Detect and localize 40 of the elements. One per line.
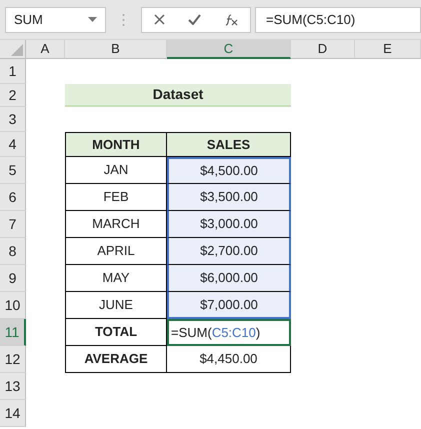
table-cell: $4,500.00 — [167, 157, 291, 184]
row-header[interactable]: 7 — [0, 211, 26, 238]
table-cell: $3,500.00 — [167, 184, 291, 211]
table-cell: $3,000.00 — [167, 211, 291, 238]
table-cell: $2,700.00 — [167, 238, 291, 265]
row-header[interactable]: 13 — [0, 373, 26, 400]
check-icon[interactable] — [188, 14, 201, 25]
column-header[interactable]: A — [26, 40, 65, 59]
row-header[interactable]: 6 — [0, 184, 26, 211]
grip-icon — [122, 12, 125, 26]
row-header[interactable]: 4 — [0, 132, 26, 157]
dropdown-icon — [88, 17, 97, 22]
row-header[interactable]: 11 — [0, 319, 26, 346]
formula-text: =SUM(C5:C10) — [266, 10, 356, 29]
title-cell: Dataset — [65, 84, 291, 107]
row-header[interactable]: 3 — [0, 107, 26, 132]
table-cell: AVERAGE — [65, 346, 167, 373]
table-cell: $7,000.00 — [167, 292, 291, 319]
formula-cell[interactable]: =SUM(C5:C10) — [167, 319, 291, 346]
formula-field[interactable]: =SUM(C5:C10) — [255, 6, 421, 32]
table-header: MONTH — [65, 132, 167, 157]
row-header[interactable]: 12 — [0, 346, 26, 373]
row-header[interactable]: 1 — [0, 59, 26, 84]
column-header[interactable]: B — [65, 40, 167, 59]
table-cell: TOTAL — [65, 319, 167, 346]
cancel-icon[interactable] — [154, 14, 165, 25]
row-header[interactable]: 10 — [0, 292, 26, 319]
row-header[interactable]: 9 — [0, 265, 26, 292]
column-header[interactable]: D — [291, 40, 355, 59]
column-header[interactable]: C — [167, 40, 291, 59]
table-cell: $6,000.00 — [167, 265, 291, 292]
row-header[interactable]: 8 — [0, 238, 26, 265]
function-icon[interactable] — [224, 14, 238, 26]
row-header[interactable]: 14 — [0, 400, 26, 427]
table-header: SALES — [167, 132, 291, 157]
row-header[interactable]: 5 — [0, 157, 26, 184]
name-box[interactable]: SUM — [5, 6, 106, 32]
table-cell: $4,450.00 — [167, 346, 291, 373]
column-header[interactable]: E — [355, 40, 421, 59]
row-header[interactable]: 2 — [0, 84, 26, 107]
